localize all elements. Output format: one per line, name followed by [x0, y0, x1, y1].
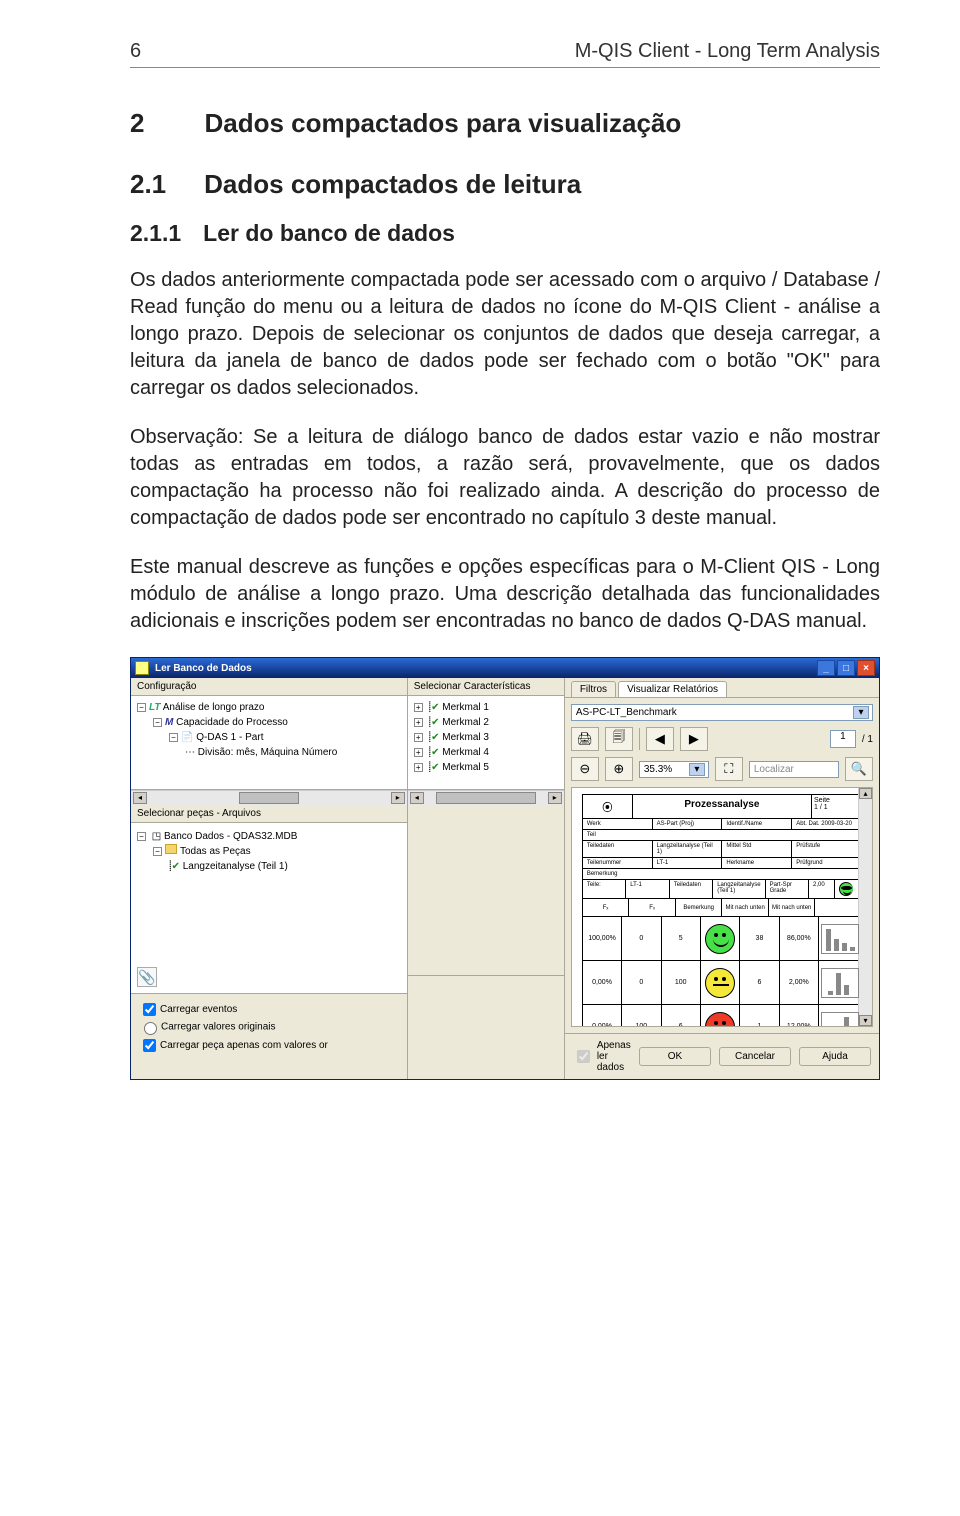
heading-4-text: Ler do banco de dados	[203, 220, 455, 247]
check-load-events[interactable]: Carregar eventos	[139, 1000, 399, 1019]
folder-icon	[165, 844, 177, 854]
scrollbar-horizontal[interactable]: ◂▸	[408, 790, 564, 805]
titlebar[interactable]: Ler Banco de Dados _ □ ×	[131, 658, 879, 678]
prev-page-button[interactable]: ◀	[646, 727, 674, 751]
dialog-window: Ler Banco de Dados _ □ × Configuração −L…	[130, 657, 880, 1080]
zoom-in-button[interactable]: ⊕	[605, 757, 633, 781]
cancel-button[interactable]: Cancelar	[719, 1047, 791, 1066]
tree-node[interactable]: Banco Dados - QDAS32.MDB	[164, 831, 297, 842]
heading-3-text: Dados compactados de leitura	[204, 169, 581, 200]
report-preview[interactable]: ⦿ Prozessanalyse Seite 1 / 1 Werk AS-Par…	[571, 787, 873, 1027]
heading-4: 2.1.1 Ler do banco de dados	[130, 220, 880, 247]
tree-node[interactable]: Todas as Peças	[180, 846, 251, 857]
paragraph-1: Os dados anteriormente compactada pode s…	[130, 267, 880, 402]
smiley-yellow-icon	[701, 961, 740, 1005]
page-total: / 1	[862, 734, 873, 745]
tree-node[interactable]: Merkmal 5	[442, 762, 489, 773]
tree-node[interactable]: Langzeitanalyse (Teil 1)	[183, 861, 288, 872]
app-icon	[135, 661, 149, 675]
mini-chart	[819, 1005, 861, 1027]
tab-view-reports[interactable]: Visualizar Relatórios	[618, 681, 727, 697]
print-button[interactable]: 🖨	[571, 727, 599, 751]
characteristics-label: Selecionar Características	[408, 678, 564, 696]
report-toolbar-1: 🖨 🗐 ◀ ▶ 1 / 1	[571, 727, 873, 751]
heading-2-text: Dados compactados para visualização	[204, 108, 681, 139]
window-title: Ler Banco de Dados	[155, 663, 252, 674]
parts-tree[interactable]: − ◳ Banco Dados - QDAS32.MDB −Todas as P…	[131, 823, 407, 993]
heading-2: 2 Dados compactados para visualização	[130, 108, 880, 139]
header-rule	[130, 67, 880, 68]
page-number: 6	[130, 40, 141, 63]
help-button[interactable]: Ajuda	[799, 1047, 871, 1066]
mini-chart	[819, 961, 861, 1005]
report-toolbar-2: ⊖ ⊕ 35.3% ⛶ Localizar 🔍	[571, 757, 873, 781]
characteristics-tree[interactable]: + ⸽✔ Merkmal 1 + ⸽✔ Merkmal 2 + ⸽✔ Merkm…	[408, 696, 564, 790]
export-button[interactable]: 🗐	[605, 727, 633, 751]
find-button[interactable]: 🔍	[845, 757, 873, 781]
maximize-button[interactable]: □	[837, 660, 855, 676]
select-parts-label: Selecionar peças - Arquivos	[131, 805, 407, 823]
close-button[interactable]: ×	[857, 660, 875, 676]
smiley-red-icon	[701, 1005, 740, 1027]
tree-node[interactable]: Análise de longo prazo	[163, 702, 265, 713]
characteristics-panel: Selecionar Características + ⸽✔ Merkmal …	[408, 678, 565, 1079]
check-load-part-values[interactable]: Carregar peça apenas com valores or	[139, 1036, 399, 1055]
next-page-button[interactable]: ▶	[680, 727, 708, 751]
heading-4-number: 2.1.1	[130, 220, 181, 247]
report-title: Prozessanalyse	[633, 795, 811, 818]
tree-node[interactable]: Merkmal 4	[442, 747, 489, 758]
smiley-green-icon	[701, 917, 740, 961]
scrollbar-vertical[interactable]	[858, 788, 872, 1026]
right-tabs: Filtros Visualizar Relatórios	[565, 678, 879, 698]
load-options: Carregar eventos Carregar valores origin…	[131, 993, 407, 1061]
read-only-check[interactable]: Apenas ler dados	[573, 1040, 631, 1073]
mini-chart	[819, 917, 861, 961]
report-logo: ⦿	[583, 795, 633, 818]
fit-button[interactable]: ⛶	[715, 757, 743, 781]
check-load-original[interactable]: Carregar valores originais	[139, 1019, 399, 1036]
attachment-icon[interactable]: 📎	[137, 967, 157, 987]
minimize-button[interactable]: _	[817, 660, 835, 676]
page-current[interactable]: 1	[830, 730, 856, 748]
paragraph-3: Este manual descreve as funções e opções…	[130, 554, 880, 635]
ok-button[interactable]: OK	[639, 1047, 711, 1066]
left-panel: Configuração −LT Análise de longo prazo …	[131, 678, 408, 1079]
dialog-footer: Apenas ler dados OK Cancelar Ajuda	[565, 1033, 879, 1079]
tree-node[interactable]: Capacidade do Processo	[176, 717, 288, 728]
paragraph-2: Observação: Se a leitura de diálogo banc…	[130, 424, 880, 532]
scrollbar-horizontal[interactable]: ◂▸	[131, 790, 407, 805]
page-header-title: M-QIS Client - Long Term Analysis	[575, 40, 880, 63]
report-select[interactable]: AS-PC-LT_Benchmark	[571, 704, 873, 721]
heading-3-number: 2.1	[130, 169, 166, 200]
config-tree[interactable]: −LT Análise de longo prazo −M Capacidade…	[131, 696, 407, 790]
tree-node[interactable]: Divisão: mês, Máquina Número	[198, 747, 338, 758]
report-page-label: Seite 1 / 1	[811, 795, 861, 818]
heading-2-number: 2	[130, 108, 144, 139]
find-input[interactable]: Localizar	[749, 761, 839, 778]
zoom-select[interactable]: 35.3%	[639, 761, 709, 778]
page-header: 6 M-QIS Client - Long Term Analysis	[130, 40, 880, 63]
tab-filters[interactable]: Filtros	[571, 681, 616, 697]
tree-node[interactable]: Merkmal 3	[442, 732, 489, 743]
document-page: 6 M-QIS Client - Long Term Analysis 2 Da…	[0, 0, 960, 1140]
tree-node[interactable]: Merkmal 1	[442, 702, 489, 713]
tree-node[interactable]: Q-DAS 1 - Part	[196, 732, 263, 743]
zoom-out-button[interactable]: ⊖	[571, 757, 599, 781]
right-panel: Filtros Visualizar Relatórios AS-PC-LT_B…	[565, 678, 879, 1079]
tree-node[interactable]: Merkmal 2	[442, 717, 489, 728]
heading-3: 2.1 Dados compactados de leitura	[130, 169, 880, 200]
config-label: Configuração	[131, 678, 407, 696]
